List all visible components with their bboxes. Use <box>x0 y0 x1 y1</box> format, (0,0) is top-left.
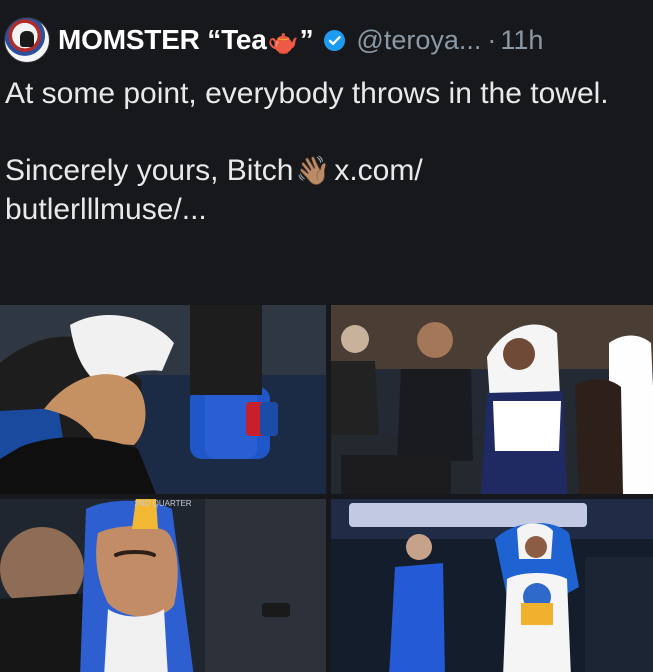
x-link-domain[interactable]: x.com/ <box>334 154 422 187</box>
tweet-line-2-wrapper: Sincerely yours, Bitch👋🏽 x.com/ <box>5 151 645 190</box>
display-name[interactable]: MOMSTER “Tea🫖” <box>58 24 314 56</box>
photo-icon <box>331 499 653 672</box>
waving-hand-icon: 👋🏽 <box>295 155 331 186</box>
image-steph-closeup-with-towel[interactable]: 2ND QUARTER <box>0 499 326 672</box>
x-link-path[interactable]: butlerlllmuse/... <box>5 193 207 226</box>
timestamp[interactable]: 11h <box>500 25 543 56</box>
user-handle[interactable]: @teroya... <box>356 25 481 56</box>
photo-icon <box>331 305 653 494</box>
tweet-line-1: At some point, everybody throws in the t… <box>5 77 609 110</box>
image-steph-towel-over-head-on-bench[interactable] <box>0 305 326 494</box>
teapot-icon: 🫖 <box>267 28 299 56</box>
tweet-line-2: Sincerely yours, Bitch <box>5 154 294 187</box>
media-grid: 2ND QUARTER <box>0 305 653 672</box>
display-name-suffix[interactable]: ” <box>300 24 314 55</box>
image-steph-standing-in-towel-and-coach[interactable] <box>331 499 653 672</box>
verified-icon <box>324 29 346 51</box>
photo-icon <box>0 499 326 672</box>
separator-dot: · <box>487 24 497 55</box>
display-name-prefix[interactable]: MOMSTER “Tea <box>58 24 267 55</box>
photo-icon <box>0 305 326 494</box>
tweet-text: At some point, everybody throws in the t… <box>5 74 645 229</box>
tweet-card[interactable]: MOMSTER “Tea🫖” @teroya... · 11h At some … <box>0 0 653 672</box>
avatar[interactable] <box>4 17 50 63</box>
image-warriors-bench-staff-and-players[interactable] <box>331 305 653 494</box>
tweet-header: MOMSTER “Tea🫖” @teroya... · 11h <box>0 14 653 66</box>
